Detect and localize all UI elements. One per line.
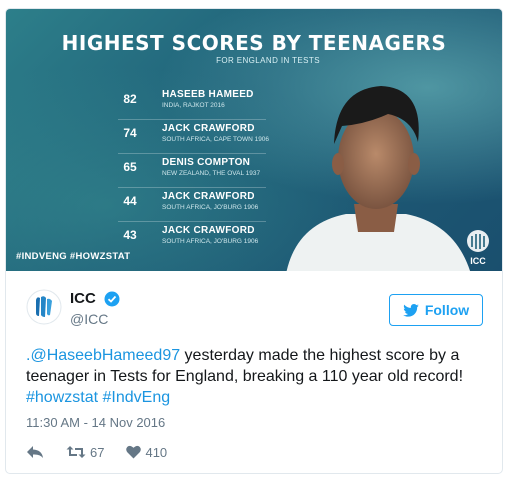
retweet-button[interactable]: 67: [66, 445, 104, 460]
tweet-timestamp[interactable]: 11:30 AM - 14 Nov 2016: [26, 415, 165, 430]
tweet-header: ICC @ICC Follow: [6, 281, 502, 341]
tweet-text: .@HaseebHameed97 yesterday made the high…: [26, 345, 496, 408]
verified-icon: [104, 291, 120, 307]
score-value: 82: [123, 92, 137, 106]
tweet-card: HIGHEST SCORES BY TEENAGERS FOR ENGLAND …: [5, 8, 503, 474]
reply-button[interactable]: [26, 445, 44, 459]
twitter-bird-icon: [403, 303, 419, 317]
mention-link[interactable]: .@HaseebHameed97: [26, 347, 180, 364]
player-name: HASEEB HAMEED: [162, 89, 254, 100]
score-row: 74 JACK CRAWFORD SOUTH AFRICA, CAPE TOWN…: [118, 121, 318, 154]
match-place: INDIA, RAJKOT 2016: [162, 102, 225, 109]
match-place: SOUTH AFRICA, JO'BURG 1906: [162, 204, 259, 211]
score-value: 74: [123, 126, 137, 140]
reply-icon: [27, 446, 43, 458]
hashtag-link[interactable]: #IndvEng: [103, 389, 171, 406]
icc-logo-text: ICC: [470, 256, 486, 266]
display-name[interactable]: ICC: [70, 290, 96, 307]
avatar[interactable]: [26, 289, 62, 325]
score-row: 82 HASEEB HAMEED INDIA, RAJKOT 2016: [118, 87, 318, 120]
retweet-icon: [66, 446, 86, 458]
player-name: DENIS COMPTON: [162, 157, 251, 168]
match-place: SOUTH AFRICA, JO'BURG 1906: [162, 238, 259, 245]
retweet-count: 67: [90, 444, 105, 460]
row-divider: [118, 221, 266, 222]
graphic-hashtags: #INDVENG #HOWZSTAT: [16, 251, 131, 262]
player-name: JACK CRAWFORD: [162, 191, 255, 202]
follow-button[interactable]: Follow: [389, 294, 483, 326]
match-place: NEW ZEALAND, THE OVAL 1937: [162, 170, 261, 177]
graphic-title: HIGHEST SCORES BY TEENAGERS: [61, 31, 447, 55]
tweet-image[interactable]: HIGHEST SCORES BY TEENAGERS FOR ENGLAND …: [6, 9, 502, 271]
like-button[interactable]: 410: [126, 445, 167, 460]
match-place: SOUTH AFRICA, CAPE TOWN 1906: [162, 136, 270, 143]
score-value: 44: [123, 194, 137, 208]
row-divider: [118, 187, 266, 188]
follow-label: Follow: [424, 302, 470, 318]
player-name: JACK CRAWFORD: [162, 123, 255, 134]
hashtag-link[interactable]: #howzstat: [26, 389, 98, 406]
score-row: 43 JACK CRAWFORD SOUTH AFRICA, JO'BURG 1…: [118, 223, 318, 253]
score-row: 44 JACK CRAWFORD SOUTH AFRICA, JO'BURG 1…: [118, 189, 318, 222]
user-handle[interactable]: @ICC: [70, 311, 108, 327]
score-row: 65 DENIS COMPTON NEW ZEALAND, THE OVAL 1…: [118, 155, 318, 188]
player-name: JACK CRAWFORD: [162, 225, 255, 236]
tweet-actions: 67 410: [26, 442, 189, 462]
heart-icon: [126, 445, 142, 459]
score-value: 43: [123, 228, 137, 242]
row-divider: [118, 119, 266, 120]
row-divider: [118, 153, 266, 154]
icc-logo-icon: ICC: [467, 230, 489, 266]
like-count: 410: [145, 444, 168, 460]
score-value: 65: [123, 160, 137, 174]
